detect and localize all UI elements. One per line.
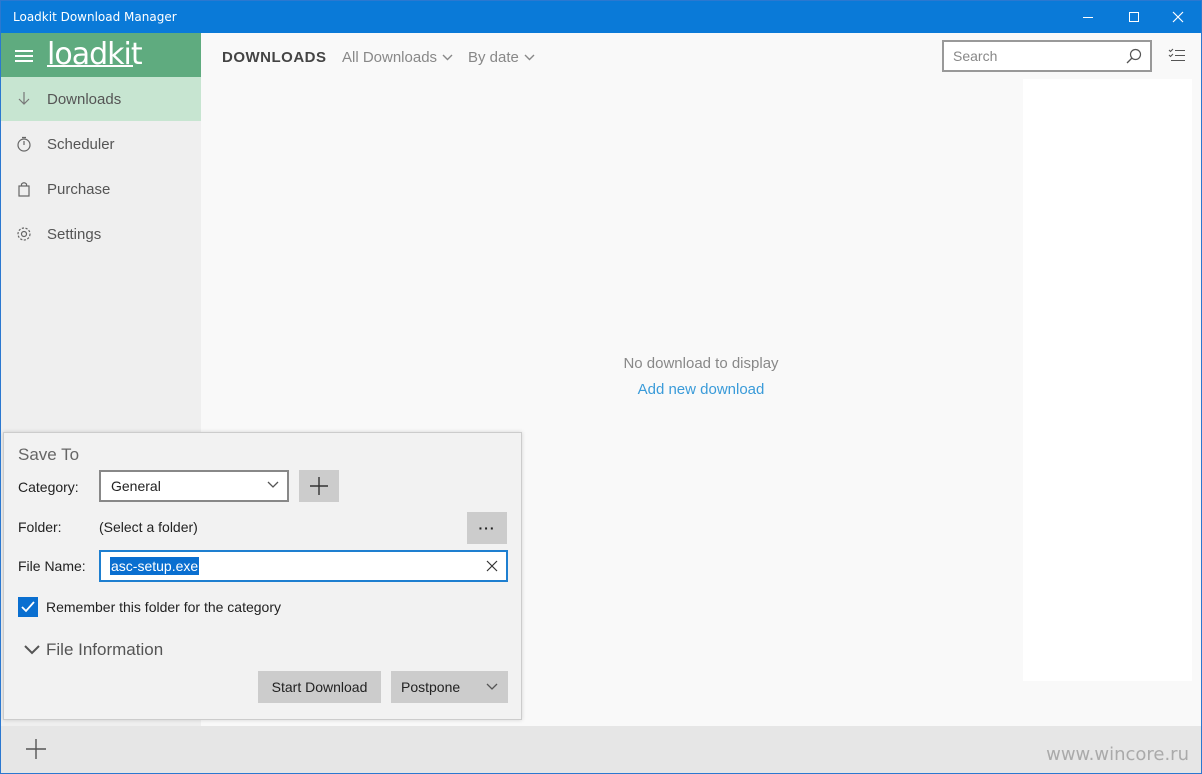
gear-icon [15,225,33,243]
download-icon [15,90,33,108]
remember-folder-checkbox[interactable] [18,597,38,617]
title-bar: Loadkit Download Manager [1,1,1201,33]
remember-folder-label: Remember this folder for the category [46,599,281,615]
filter-dropdown[interactable]: All Downloads [342,49,453,66]
chevron-down-icon[interactable] [486,683,498,691]
search-input[interactable] [944,42,1114,70]
sidebar-item-label: Settings [47,225,102,243]
timer-icon [15,135,33,153]
sidebar-item-downloads[interactable]: Downloads [1,77,201,121]
chevron-down-icon [267,481,279,488]
bag-icon [15,180,33,198]
add-icon[interactable] [25,738,47,760]
page-title: DOWNLOADS [222,49,327,66]
search-icon[interactable] [1126,48,1142,64]
hamburger-menu-icon[interactable] [15,50,33,62]
app-window: Loadkit Download Manager loadkit Downloa… [0,0,1202,774]
empty-message: No download to display [623,355,779,372]
chevron-down-icon [24,645,40,655]
more-icon: ··· [478,520,496,536]
file-information-label: File Information [46,640,164,659]
filename-field[interactable]: asc-setup.exe [99,550,508,582]
sidebar-item-label: Downloads [47,90,122,108]
file-information-expander[interactable]: File Information [24,640,163,660]
save-to-popup: Save To Category: General Folder: (Selec… [3,432,522,720]
category-value: General [111,478,161,494]
plus-icon [310,477,328,495]
sidebar-item-purchase[interactable]: Purchase [1,167,201,211]
browse-folder-button[interactable]: ··· [467,512,507,544]
maximize-button[interactable] [1111,1,1157,33]
filename-value: asc-setup.exe [110,557,200,575]
sidebar-item-scheduler[interactable]: Scheduler [1,122,201,166]
maximize-icon [1129,12,1139,22]
chevron-down-icon [442,54,453,61]
sidebar-item-label: Purchase [47,180,111,198]
content-header: DOWNLOADS All Downloads By date [201,33,1201,79]
sort-label: By date [468,49,519,66]
postpone-button[interactable]: Postpone [391,671,508,703]
sort-dropdown[interactable]: By date [468,49,535,66]
add-new-download-link[interactable]: Add new download [551,381,851,398]
filter-label: All Downloads [342,49,438,66]
folder-value: (Select a folder) [99,519,198,535]
popup-title: Save To [18,445,80,464]
chevron-down-icon [524,54,535,61]
minimize-button[interactable] [1065,1,1111,33]
window-title: Loadkit Download Manager [13,10,177,24]
close-icon [1172,11,1184,23]
sidebar-item-label: Scheduler [47,135,115,153]
watermark: www.wincore.ru [1046,744,1189,765]
bottom-bar: www.wincore.ru [1,726,1201,773]
minimize-icon [1083,16,1093,18]
sidebar-header: loadkit [1,33,201,77]
category-select[interactable]: General [99,470,289,502]
clear-icon[interactable] [486,560,498,572]
logo-underline [47,65,133,67]
checklist-icon[interactable] [1168,47,1186,65]
details-panel [1023,79,1192,681]
close-button[interactable] [1155,1,1201,33]
category-label: Category: [18,479,79,495]
add-category-button[interactable] [299,470,339,502]
sidebar-item-settings[interactable]: Settings [1,212,201,256]
checkmark-icon [21,601,35,613]
start-download-label: Start Download [271,679,368,695]
filename-label: File Name: [18,558,86,574]
search-box [942,40,1152,72]
folder-label: Folder: [18,519,62,535]
start-download-button[interactable]: Start Download [258,671,381,703]
postpone-label: Postpone [401,679,461,695]
